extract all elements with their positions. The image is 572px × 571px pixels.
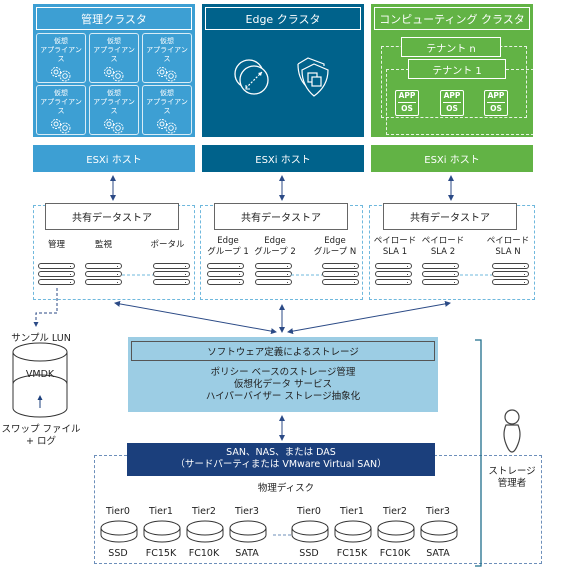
connector-arrow [287,300,451,335]
admin-bracket [475,339,482,567]
connectors [33,175,492,567]
connector-arrow [114,300,277,335]
lun-connector [35,288,58,325]
